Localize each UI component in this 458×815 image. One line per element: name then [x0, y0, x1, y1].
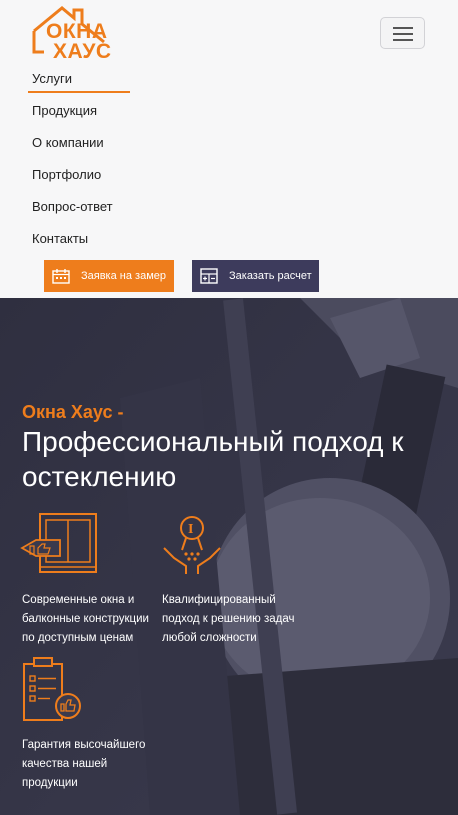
feature-text-1: Современные окна и балконные конструкции…	[22, 594, 149, 644]
hero-brand-line: Окна Хаус -	[22, 402, 124, 422]
logo-text-line1: ОКНА	[46, 20, 108, 43]
hero-headline: Профессиональный подход к остеклению	[22, 426, 404, 492]
calculator-icon	[200, 268, 218, 284]
svg-text:I: I	[188, 522, 193, 537]
award-hands-icon: I	[163, 516, 221, 574]
nav-active-indicator	[28, 91, 130, 93]
nav-item-products[interactable]: Продукция	[32, 103, 97, 118]
nav-item-faq[interactable]: Вопрос-ответ	[32, 199, 113, 214]
logo-text-line2: ХАУС	[53, 40, 112, 63]
calendar-icon	[52, 269, 70, 284]
logo[interactable]: ОКНА ХАУС	[30, 4, 111, 64]
measure-request-button[interactable]: Заявка на замер	[44, 260, 174, 292]
hero-section: Окна Хаус - Профессиональный подход к ос…	[0, 298, 458, 815]
nav-item-portfolio[interactable]: Портфолио	[32, 167, 101, 182]
nav-item-about[interactable]: О компании	[32, 135, 104, 150]
feature-text-2: Квалифицированный подход к решению задач…	[162, 594, 295, 644]
order-calculation-button[interactable]: Заказать расчет	[192, 260, 319, 292]
checklist-clipboard-icon	[23, 657, 81, 721]
hamburger-icon	[393, 27, 413, 29]
menu-toggle-button[interactable]	[380, 17, 425, 49]
order-calculation-label: Заказать расчет	[229, 270, 312, 282]
nav-item-services[interactable]: Услуги	[32, 71, 72, 86]
nav-item-contacts[interactable]: Контакты	[32, 231, 88, 246]
site-header: ОКНА ХАУС Услуги Продукция О компании По…	[0, 0, 458, 298]
measure-request-label: Заявка на замер	[81, 270, 166, 282]
feature-text-3: Гарантия высочайшего качества нашей прод…	[22, 739, 146, 789]
window-thumbs-up-icon	[20, 513, 97, 573]
